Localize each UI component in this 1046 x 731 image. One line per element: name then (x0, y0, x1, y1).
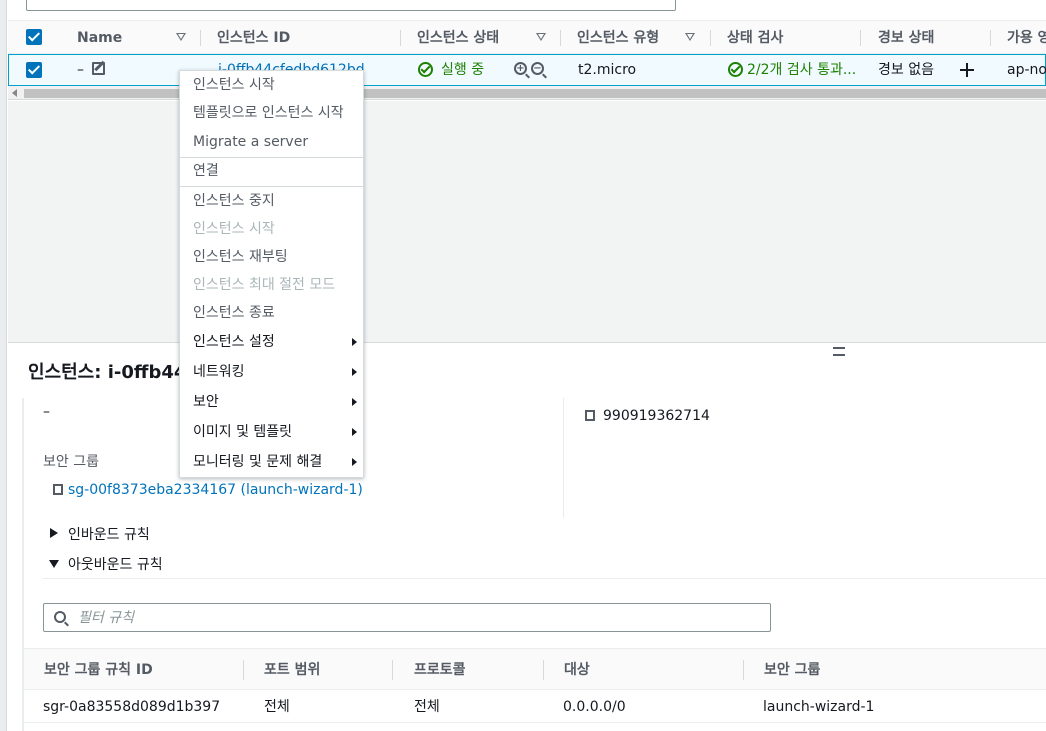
menu-item-label: 보안 (193, 394, 219, 410)
section-divider (43, 578, 1046, 579)
field-value-dash: – (43, 404, 50, 420)
column-header-instance-id[interactable]: 인스턴스 ID (217, 21, 290, 55)
check-circle-icon (728, 62, 743, 77)
select-all-checkbox[interactable] (26, 29, 42, 45)
column-divider (743, 660, 744, 680)
column-divider (543, 660, 544, 680)
submenu-arrow-icon (352, 428, 357, 436)
inbound-rules-toggle[interactable]: 인바운드 규칙 (68, 524, 150, 544)
zoom-in-icon[interactable]: + (514, 62, 527, 75)
menu-item-reboot-instance[interactable]: 인스턴스 재부팅 (180, 243, 363, 271)
row-checkbox[interactable] (26, 62, 42, 78)
menu-item-terminate-instance[interactable]: 인스턴스 종료 (180, 299, 363, 327)
column-header-status-check[interactable]: 상태 검사 (727, 21, 783, 55)
column-header-instance-type[interactable]: 인스턴스 유형 (577, 21, 659, 55)
check-circle-icon (418, 62, 433, 77)
sort-icon[interactable] (176, 33, 186, 41)
column-header-availability-zone[interactable]: 가용 영 (1007, 21, 1046, 55)
menu-item-migrate-server[interactable]: Migrate a server (180, 128, 363, 156)
status-check-value[interactable]: 2/2개 검사 통과... (747, 55, 856, 85)
protocol-cell: 전체 (414, 699, 440, 715)
column-divider (392, 660, 393, 680)
submenu-arrow-icon (352, 368, 357, 376)
column-header-name[interactable]: Name (77, 21, 122, 55)
panel-resize-handle[interactable] (833, 347, 845, 356)
rules-header-destination[interactable]: 대상 (564, 649, 590, 691)
column-divider (560, 30, 561, 46)
destination-cell: 0.0.0.0/0 (563, 699, 626, 715)
collapse-down-icon[interactable] (49, 560, 59, 568)
sort-icon[interactable] (685, 33, 695, 41)
submenu-arrow-icon (352, 398, 357, 406)
rules-header-security-group[interactable]: 보안 그룹 (764, 649, 820, 691)
menu-item-hibernate-instance: 인스턴스 최대 절전 모드 (193, 277, 336, 293)
menu-item-launch-from-template[interactable]: 템플릿으로 인스턴스 시작 (180, 99, 363, 127)
alarm-status-value: 경보 없음 (878, 62, 934, 78)
rules-table-header: 보안 그룹 규칙 ID 포트 범위 프로토콜 대상 보안 그룹 (24, 648, 1046, 690)
menu-item-networking[interactable]: 네트워킹 (180, 358, 363, 386)
edit-icon[interactable] (92, 62, 105, 75)
instance-type-value: t2.micro (578, 62, 637, 78)
copy-icon[interactable] (582, 410, 596, 429)
availability-zone-value: ap-nor (1007, 62, 1046, 78)
row-name: – (77, 62, 84, 78)
security-groups-label: 보안 그룹 (43, 454, 99, 470)
sort-icon[interactable] (536, 33, 546, 41)
menu-item-label: 인스턴스 설정 (193, 334, 275, 350)
rules-header-port-range[interactable]: 포트 범위 (264, 649, 320, 691)
security-group-cell: launch-wizard-1 (763, 699, 875, 715)
rules-header-rule-id[interactable]: 보안 그룹 규칙 ID (44, 649, 153, 691)
copy-icon[interactable] (50, 484, 64, 503)
filter-rules-field[interactable] (43, 603, 771, 632)
table-row[interactable]: – i-0ffb44cfedbd612bd 실행 중 + − t2.micro … (8, 54, 1046, 86)
instance-context-menu: 인스턴스 시작 템플릿으로 인스턴스 시작 Migrate a server 연… (179, 70, 364, 478)
left-nav-edge (0, 0, 7, 731)
menu-item-security[interactable]: 보안 (180, 388, 363, 416)
add-alarm-icon[interactable] (960, 63, 974, 77)
submenu-arrow-icon (352, 458, 357, 466)
table-row[interactable]: sgr-0a83558d089d1b397 전체 전체 0.0.0.0/0 la… (24, 691, 1046, 723)
menu-item-instance-settings[interactable]: 인스턴스 설정 (180, 328, 363, 356)
column-divider (710, 30, 711, 46)
expand-right-icon[interactable] (50, 528, 58, 538)
instance-state-value: 실행 중 (441, 62, 485, 78)
menu-item-label: 네트워킹 (193, 364, 245, 380)
menu-item-monitoring-troubleshooting[interactable]: 모니터링 및 문제 해결 (180, 448, 363, 476)
menu-item-connect[interactable]: 연결 (180, 157, 363, 185)
owner-id-value: 990919362714 (603, 408, 710, 424)
column-divider (400, 30, 401, 46)
security-group-link[interactable]: sg-00f8373eba2334167 (launch-wizard-1) (68, 482, 363, 498)
column-divider (990, 30, 991, 46)
column-divider (563, 398, 564, 518)
column-header-instance-state[interactable]: 인스턴스 상태 (417, 21, 499, 55)
column-divider (860, 30, 861, 46)
port-range-cell: 전체 (264, 699, 290, 715)
menu-item-images-templates[interactable]: 이미지 및 템플릿 (180, 418, 363, 446)
rules-header-protocol[interactable]: 프로토콜 (414, 649, 466, 691)
zoom-out-icon[interactable]: − (531, 62, 544, 75)
menu-item-label: 모니터링 및 문제 해결 (193, 454, 323, 470)
instance-search-input[interactable] (26, 0, 676, 11)
scrollbar-thumb[interactable] (24, 89, 1046, 98)
column-divider (200, 30, 201, 46)
menu-item-start-instance-disabled: 인스턴스 시작 (193, 221, 275, 237)
details-title: 인스턴스: i-0ffb44 (28, 362, 187, 383)
scroll-left-icon[interactable] (12, 89, 17, 97)
filter-rules-input[interactable] (78, 607, 758, 629)
table-empty-area (8, 101, 1046, 342)
instances-table-header: Name 인스턴스 ID 인스턴스 상태 인스턴스 유형 상태 검사 경보 상태… (8, 20, 1046, 54)
horizontal-scrollbar[interactable] (8, 86, 1046, 100)
menu-item-start-instance[interactable]: 인스턴스 시작 (180, 71, 363, 99)
rule-id-cell: sgr-0a83558d089d1b397 (43, 699, 221, 715)
submenu-arrow-icon (352, 338, 357, 346)
column-header-alarm-status[interactable]: 경보 상태 (878, 21, 934, 55)
menu-item-label: 이미지 및 템플릿 (193, 424, 293, 440)
search-icon (54, 611, 66, 623)
outbound-rules-toggle[interactable]: 아웃바운드 규칙 (68, 554, 163, 574)
menu-item-stop-instance[interactable]: 인스턴스 중지 (180, 187, 363, 215)
column-divider (243, 660, 244, 680)
